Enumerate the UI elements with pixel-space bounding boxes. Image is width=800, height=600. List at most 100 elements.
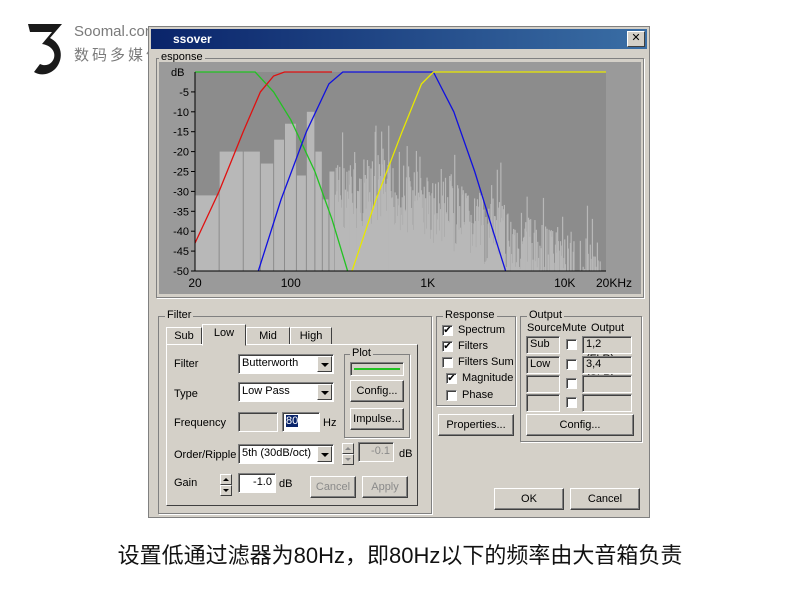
gain-label: Gain	[174, 477, 198, 489]
output-row-source	[526, 394, 560, 412]
filter-cancel-button[interactable]: Cancel	[310, 476, 356, 498]
spectrum-bar	[573, 241, 575, 271]
tab-high[interactable]: High	[290, 327, 332, 345]
y-tick-label: -45	[173, 246, 189, 258]
spectrum-bar	[548, 229, 550, 271]
spectrum-bar	[483, 209, 485, 271]
filter-apply-button[interactable]: Apply	[362, 476, 408, 498]
plot-group-label: Plot	[350, 347, 373, 359]
y-tick-label: -25	[173, 167, 189, 179]
filters-sum-label: Filters Sum	[458, 356, 514, 368]
spectrum-bar	[508, 246, 510, 271]
tab-low[interactable]: Low	[202, 324, 246, 346]
magnitude-radio[interactable]: ✔	[446, 373, 457, 384]
chevron-down-icon[interactable]	[317, 446, 332, 462]
chevron-down-icon[interactable]	[317, 356, 332, 372]
ripple-field: -0.1	[358, 442, 394, 462]
spectrum-bar	[546, 228, 548, 271]
type-select[interactable]: Low Pass	[238, 382, 334, 402]
spectrum-bar	[587, 253, 589, 271]
spectrum-bar	[537, 257, 540, 271]
y-tick-label: -5	[179, 87, 189, 99]
frequency-label: Frequency	[174, 417, 226, 429]
col-source: Source	[527, 322, 562, 334]
y-axis-unit: dB	[171, 67, 184, 79]
filter-label: Filter	[174, 358, 199, 370]
x-tick-label: 1K	[420, 276, 435, 290]
spectrum-bar	[539, 245, 541, 271]
title-bar[interactable]: ssover ✕	[151, 29, 647, 49]
chevron-down-icon[interactable]	[317, 384, 332, 400]
spectrum-bar	[591, 218, 594, 271]
y-tick-label: -40	[173, 226, 189, 238]
impulse-button[interactable]: Impulse...	[350, 408, 404, 430]
col-output: Output	[591, 322, 625, 334]
plot-config-button[interactable]: Config...	[350, 380, 404, 402]
check-icon: ✔	[447, 373, 456, 384]
response-chart: dB -5 -10 -15 -20 -25 -30 -35 -40 -45 -5020 100 1K 10…	[171, 67, 632, 290]
gain-unit: dB	[279, 478, 293, 490]
output-row-output	[582, 375, 632, 393]
spectrum-bar	[532, 259, 534, 271]
spectrum-bar	[562, 216, 564, 271]
magnitude-label: Magnitude	[462, 372, 514, 384]
gain-input[interactable]: -1.0	[238, 473, 276, 493]
spectrum-bar	[595, 266, 597, 271]
spectrum-bar	[541, 225, 543, 271]
order-ripple-label: Order/Ripple	[174, 449, 237, 461]
soomal-logo	[28, 24, 62, 75]
response-group-label: Response	[443, 309, 497, 321]
filters-checkbox[interactable]: ✔	[442, 341, 453, 352]
window-title: ssover	[173, 32, 212, 46]
mute-checkbox[interactable]	[566, 359, 577, 370]
filter-select-value: Butterworth	[242, 357, 299, 369]
spectrum-checkbox[interactable]: ✔	[442, 325, 453, 336]
output-config-button[interactable]: Config...	[526, 414, 634, 436]
properties-button[interactable]: Properties...	[438, 414, 514, 436]
spectrum-bar	[260, 163, 274, 271]
output-row-output	[582, 394, 632, 412]
spectrum-bar	[306, 111, 315, 271]
phase-radio[interactable]	[446, 390, 457, 401]
x-tick-label: 20	[188, 276, 202, 290]
x-tick-label: 100	[281, 276, 301, 290]
spectrum-bar	[558, 250, 560, 271]
spectrum-bar	[535, 229, 537, 271]
cancel-button[interactable]: Cancel	[570, 488, 640, 510]
spectrum-label: Spectrum	[458, 324, 506, 336]
frequency-input[interactable]: 80	[282, 412, 320, 432]
mute-checkbox[interactable]	[566, 378, 577, 389]
spectrum-bar	[564, 264, 567, 271]
mute-checkbox[interactable]	[566, 339, 577, 350]
spectrum-bar	[599, 261, 601, 271]
spectrum-bar	[597, 260, 599, 271]
spectrum-bar	[296, 175, 306, 271]
order-select[interactable]: 5th (30dB/oct)	[238, 444, 334, 464]
x-tick-label: 20KHz	[596, 276, 632, 290]
type-label: Type	[174, 388, 198, 400]
col-mute: Mute	[562, 322, 587, 334]
y-tick-label: -30	[173, 186, 189, 198]
spectrum-bar	[585, 238, 587, 271]
y-tick-label: -10	[173, 107, 189, 119]
spectrum-bar	[542, 197, 545, 271]
filter-select[interactable]: Butterworth	[238, 354, 334, 374]
output-group-label: Output	[527, 309, 565, 321]
close-button[interactable]: ✕	[627, 31, 645, 47]
mute-checkbox[interactable]	[566, 397, 577, 408]
y-tick-label: -50	[173, 266, 189, 278]
type-select-value: Low Pass	[242, 385, 290, 397]
plot-color-swatch[interactable]	[350, 362, 404, 376]
watermark-site: Soomal.com	[74, 23, 158, 40]
output-row-output: 1,2 (FLR)	[582, 336, 632, 365]
ok-button[interactable]: OK	[494, 488, 564, 510]
output-row-source: Low	[526, 356, 560, 374]
frequency-unit: Hz	[323, 417, 337, 429]
gain-stepper[interactable]	[220, 474, 232, 496]
check-icon: ✔	[443, 325, 452, 336]
spectrum-bar	[243, 151, 260, 271]
filters-sum-checkbox[interactable]	[442, 357, 453, 368]
spectrum-bar	[553, 262, 555, 271]
tab-mid[interactable]: Mid	[246, 327, 290, 345]
tab-sub[interactable]: Sub	[166, 327, 202, 345]
